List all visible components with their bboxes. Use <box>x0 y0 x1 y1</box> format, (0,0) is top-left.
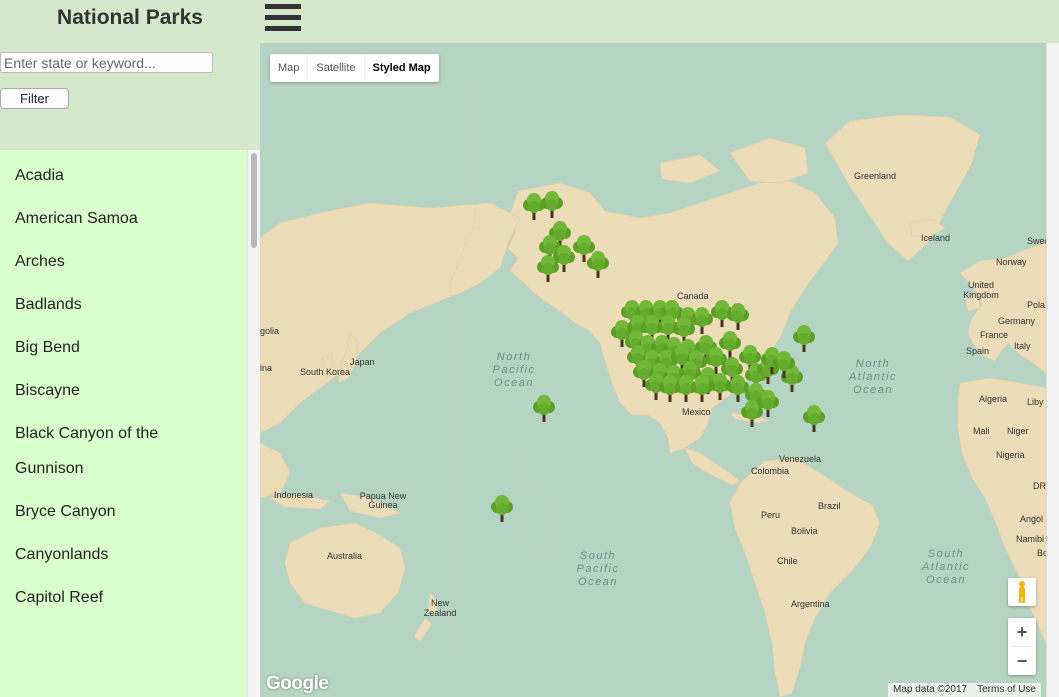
map-data-attribution: Map data ©2017 <box>893 684 968 695</box>
park-item-biscayne[interactable]: Biscayne <box>0 373 247 408</box>
label-mexico: Mexico <box>682 407 711 417</box>
label-italy: Italy <box>1014 341 1031 351</box>
label-united-kingdom: United Kingdom <box>963 280 999 300</box>
park-marker-tree-icon[interactable] <box>772 349 796 379</box>
park-item-american-samoa[interactable]: American Samoa <box>0 201 247 236</box>
map-type-styled-map[interactable]: Styled Map <box>365 54 439 82</box>
park-marker-tree-icon[interactable] <box>540 189 564 219</box>
park-marker-tree-icon[interactable] <box>532 393 556 423</box>
park-item-badlands[interactable]: Badlands <box>0 287 247 322</box>
park-item-bryce-canyon[interactable]: Bryce Canyon <box>0 494 247 529</box>
zoom-control: + − <box>1008 618 1036 675</box>
label-poland: Pola <box>1027 300 1046 310</box>
label-namibia: Namibi <box>1016 534 1045 544</box>
map-attribution: Map data ©2017 Terms of Use <box>888 683 1041 697</box>
list-scrollbar[interactable] <box>247 150 260 697</box>
search-input[interactable] <box>0 52 213 73</box>
label-sweden: Swede <box>1027 236 1046 246</box>
park-item-acadia[interactable]: Acadia <box>0 158 247 193</box>
terms-of-use-link[interactable]: Terms of Use <box>972 683 1041 697</box>
park-marker-tree-icon[interactable] <box>536 253 560 283</box>
label-france: France <box>980 330 1009 340</box>
label-south-atlantic-ocean: South Atlantic Ocean <box>921 548 971 586</box>
map-edge <box>1046 43 1059 697</box>
label-mongolia: golia <box>260 326 280 336</box>
label-colombia: Colombia <box>751 466 790 476</box>
label-peru: Peru <box>761 510 781 520</box>
label-dr-congo: DR <box>1033 481 1046 491</box>
map-type-map[interactable]: Map <box>270 54 309 82</box>
label-germany: Germany <box>998 316 1036 326</box>
label-papua-new-guinea: Papua New Guinea <box>359 491 407 510</box>
park-item-canyonlands[interactable]: Canyonlands <box>0 537 247 572</box>
park-item-arches[interactable]: Arches <box>0 244 247 279</box>
park-marker-tree-icon[interactable] <box>586 249 610 279</box>
park-list: Acadia American Samoa Arches Badlands Bi… <box>0 150 247 697</box>
label-greenland: Greenland <box>854 171 897 181</box>
header <box>260 0 1059 43</box>
map[interactable]: Map Satellite Styled Map Greenland Icela… <box>260 43 1046 697</box>
map-type-control: Map Satellite Styled Map <box>270 54 439 82</box>
label-botswana: Bo <box>1037 548 1046 558</box>
filter-button[interactable]: Filter <box>0 88 69 109</box>
park-marker-tree-icon[interactable] <box>490 493 514 523</box>
label-algeria: Algeria <box>979 394 1008 404</box>
park-marker-tree-icon[interactable] <box>756 388 780 418</box>
label-angola: Angol <box>1020 514 1044 524</box>
label-norway: Norway <box>996 257 1027 267</box>
pegman-icon[interactable] <box>1008 578 1036 606</box>
label-niger: Niger <box>1007 426 1029 436</box>
label-chile: Chile <box>777 556 798 566</box>
label-north-atlantic-ocean: North Atlantic Ocean <box>848 358 898 396</box>
label-libya: Liby <box>1027 397 1044 407</box>
label-new-zealand: New Zealand <box>423 598 457 618</box>
label-bolivia: Bolivia <box>791 526 818 536</box>
label-australia: Australia <box>327 551 363 561</box>
label-argentina: Argentina <box>791 599 830 609</box>
label-china: ina <box>260 363 273 373</box>
list-scrollbar-thumb[interactable] <box>251 153 257 248</box>
park-item-black-canyon[interactable]: Black Canyon of the Gunnison <box>0 416 180 486</box>
park-marker-tree-icon[interactable] <box>726 301 750 331</box>
label-nigeria: Nigeria <box>996 450 1025 460</box>
label-iceland: Iceland <box>921 233 951 243</box>
label-japan: Japan <box>350 357 375 367</box>
label-south-korea: South Korea <box>300 367 351 377</box>
label-mali: Mali <box>973 426 990 436</box>
zoom-out-button[interactable]: − <box>1008 647 1036 675</box>
label-spain: Spain <box>966 346 990 356</box>
map-type-satellite[interactable]: Satellite <box>308 54 365 82</box>
hamburger-icon[interactable] <box>265 4 301 34</box>
label-north-pacific-ocean: North Pacific Ocean <box>492 351 536 389</box>
label-south-pacific-ocean: South Pacific Ocean <box>576 550 620 588</box>
park-item-big-bend[interactable]: Big Bend <box>0 330 247 365</box>
park-item-capitol-reef[interactable]: Capitol Reef <box>0 580 247 615</box>
zoom-in-button[interactable]: + <box>1008 618 1036 646</box>
label-venezuela: Venezuela <box>779 454 822 464</box>
google-logo: Google <box>266 673 329 694</box>
label-indonesia: Indonesia <box>274 490 314 500</box>
label-brazil: Brazil <box>818 501 841 511</box>
park-marker-tree-icon[interactable] <box>802 403 826 433</box>
app-title: National Parks <box>57 6 203 29</box>
